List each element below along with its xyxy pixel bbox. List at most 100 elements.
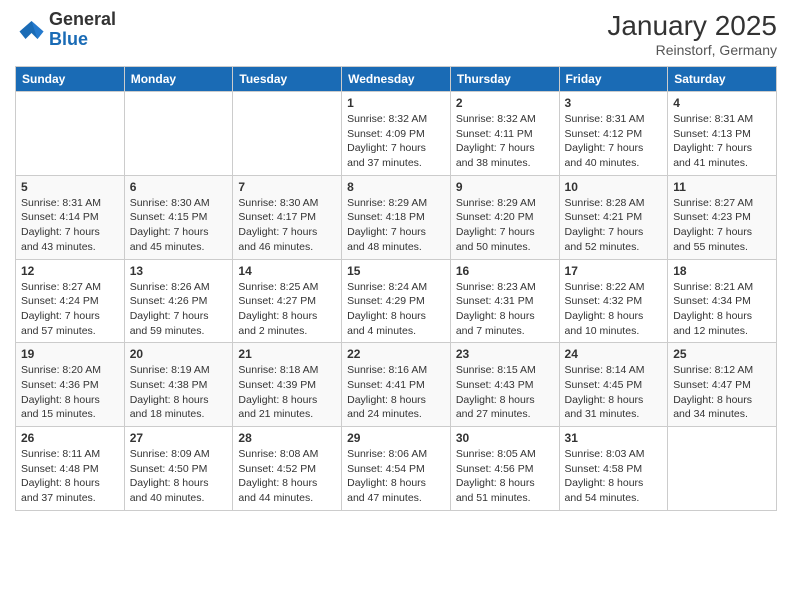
day-number: 15 [347,264,445,278]
day-number: 17 [565,264,663,278]
cell-1-4: 9Sunrise: 8:29 AMSunset: 4:20 PMDaylight… [450,175,559,259]
cell-1-0: 5 Sunrise: 8:31 AMSunset: 4:14 PMDaylight… [16,175,125,259]
day-info: Sunrise: 8:32 AMSunset: 4:09 PMDaylight:… [347,112,445,171]
day-number: 7 [238,180,336,194]
day-info: Sunrise: 8:27 AMSunset: 4:24 PMDaylight:… [21,280,119,339]
header-saturday: Saturday [668,67,777,92]
week-row-4: 19Sunrise: 8:20 AMSunset: 4:36 PMDayligh… [16,343,777,427]
header-wednesday: Wednesday [342,67,451,92]
logo-text: General Blue [49,10,116,50]
day-info: Sunrise: 8:31 AMSunset: 4:13 PMDaylight:… [673,112,771,171]
cell-0-1 [124,92,233,176]
day-number: 28 [238,431,336,445]
weekday-header-row: Sunday Monday Tuesday Wednesday Thursday… [16,67,777,92]
header-thursday: Thursday [450,67,559,92]
header-tuesday: Tuesday [233,67,342,92]
cell-4-5: 31 Sunrise: 8:03 AMSunset: 4:58 PMDayligh… [559,427,668,511]
cell-4-4: 30 Sunrise: 8:05 AMSunset: 4:56 PMDayligh… [450,427,559,511]
day-number: 13 [130,264,228,278]
day-info: Sunrise: 8:29 AMSunset: 4:20 PMDaylight:… [456,196,554,255]
week-row-1: 1 Sunrise: 8:32 AMSunset: 4:09 PMDaylight… [16,92,777,176]
day-info: Sunrise: 8:26 AMSunset: 4:26 PMDaylight:… [130,280,228,339]
day-info: Sunrise: 8:11 AMSunset: 4:48 PMDaylight:… [21,447,119,506]
day-number: 11 [673,180,771,194]
month-title: January 2025 [607,10,777,42]
page-header: General Blue January 2025 Reinstorf, Ger… [15,10,777,58]
cell-3-2: 21 Sunrise: 8:18 AMSunset: 4:39 PMDayligh… [233,343,342,427]
cell-0-0 [16,92,125,176]
header-friday: Friday [559,67,668,92]
day-info: Sunrise: 8:28 AMSunset: 4:21 PMDaylight:… [565,196,663,255]
day-number: 26 [21,431,119,445]
day-info: Sunrise: 8:30 AMSunset: 4:17 PMDaylight:… [238,196,336,255]
day-number: 12 [21,264,119,278]
calendar-table: Sunday Monday Tuesday Wednesday Thursday… [15,66,777,511]
cell-3-5: 24Sunrise: 8:14 AMSunset: 4:45 PMDayligh… [559,343,668,427]
day-info: Sunrise: 8:03 AMSunset: 4:58 PMDaylight:… [565,447,663,506]
day-number: 4 [673,96,771,110]
day-number: 6 [130,180,228,194]
day-number: 10 [565,180,663,194]
day-number: 14 [238,264,336,278]
day-info: Sunrise: 8:18 AMSunset: 4:39 PMDaylight:… [238,363,336,422]
cell-3-6: 25 Sunrise: 8:12 AMSunset: 4:47 PMDayligh… [668,343,777,427]
title-block: January 2025 Reinstorf, Germany [607,10,777,58]
cell-4-0: 26 Sunrise: 8:11 AMSunset: 4:48 PMDayligh… [16,427,125,511]
week-row-5: 26 Sunrise: 8:11 AMSunset: 4:48 PMDayligh… [16,427,777,511]
day-number: 18 [673,264,771,278]
day-info: Sunrise: 8:20 AMSunset: 4:36 PMDaylight:… [21,363,119,422]
logo-general: General [49,9,116,29]
day-number: 31 [565,431,663,445]
cell-0-5: 3Sunrise: 8:31 AMSunset: 4:12 PMDaylight… [559,92,668,176]
day-number: 3 [565,96,663,110]
day-number: 30 [456,431,554,445]
cell-4-3: 29 Sunrise: 8:06 AMSunset: 4:54 PMDayligh… [342,427,451,511]
day-number: 25 [673,347,771,361]
day-info: Sunrise: 8:32 AMSunset: 4:11 PMDaylight:… [456,112,554,171]
day-info: Sunrise: 8:27 AMSunset: 4:23 PMDaylight:… [673,196,771,255]
day-info: Sunrise: 8:22 AMSunset: 4:32 PMDaylight:… [565,280,663,339]
day-info: Sunrise: 8:29 AMSunset: 4:18 PMDaylight:… [347,196,445,255]
cell-0-4: 2 Sunrise: 8:32 AMSunset: 4:11 PMDaylight… [450,92,559,176]
cell-2-0: 12 Sunrise: 8:27 AMSunset: 4:24 PMDayligh… [16,259,125,343]
page-container: General Blue January 2025 Reinstorf, Ger… [0,0,792,612]
logo-icon [15,15,45,45]
cell-2-5: 17 Sunrise: 8:22 AMSunset: 4:32 PMDayligh… [559,259,668,343]
day-number: 20 [130,347,228,361]
day-info: Sunrise: 8:14 AMSunset: 4:45 PMDaylight:… [565,363,663,422]
day-number: 29 [347,431,445,445]
day-info: Sunrise: 8:24 AMSunset: 4:29 PMDaylight:… [347,280,445,339]
day-info: Sunrise: 8:05 AMSunset: 4:56 PMDaylight:… [456,447,554,506]
location: Reinstorf, Germany [607,42,777,58]
day-info: Sunrise: 8:06 AMSunset: 4:54 PMDaylight:… [347,447,445,506]
day-info: Sunrise: 8:23 AMSunset: 4:31 PMDaylight:… [456,280,554,339]
cell-2-4: 16 Sunrise: 8:23 AMSunset: 4:31 PMDayligh… [450,259,559,343]
day-info: Sunrise: 8:16 AMSunset: 4:41 PMDaylight:… [347,363,445,422]
day-number: 21 [238,347,336,361]
day-number: 27 [130,431,228,445]
day-number: 5 [21,180,119,194]
cell-3-3: 22 Sunrise: 8:16 AMSunset: 4:41 PMDayligh… [342,343,451,427]
day-info: Sunrise: 8:21 AMSunset: 4:34 PMDaylight:… [673,280,771,339]
cell-3-0: 19Sunrise: 8:20 AMSunset: 4:36 PMDayligh… [16,343,125,427]
cell-1-3: 8Sunrise: 8:29 AMSunset: 4:18 PMDaylight… [342,175,451,259]
day-info: Sunrise: 8:08 AMSunset: 4:52 PMDaylight:… [238,447,336,506]
cell-4-2: 28 Sunrise: 8:08 AMSunset: 4:52 PMDayligh… [233,427,342,511]
cell-3-4: 23 Sunrise: 8:15 AMSunset: 4:43 PMDayligh… [450,343,559,427]
cell-0-3: 1 Sunrise: 8:32 AMSunset: 4:09 PMDaylight… [342,92,451,176]
day-info: Sunrise: 8:15 AMSunset: 4:43 PMDaylight:… [456,363,554,422]
day-info: Sunrise: 8:19 AMSunset: 4:38 PMDaylight:… [130,363,228,422]
cell-0-6: 4 Sunrise: 8:31 AMSunset: 4:13 PMDaylight… [668,92,777,176]
day-info: Sunrise: 8:31 AMSunset: 4:14 PMDaylight:… [21,196,119,255]
cell-1-2: 7 Sunrise: 8:30 AMSunset: 4:17 PMDaylight… [233,175,342,259]
day-number: 23 [456,347,554,361]
cell-4-6 [668,427,777,511]
day-number: 1 [347,96,445,110]
day-number: 16 [456,264,554,278]
header-sunday: Sunday [16,67,125,92]
day-number: 2 [456,96,554,110]
day-info: Sunrise: 8:12 AMSunset: 4:47 PMDaylight:… [673,363,771,422]
day-number: 22 [347,347,445,361]
cell-0-2 [233,92,342,176]
cell-2-3: 15 Sunrise: 8:24 AMSunset: 4:29 PMDayligh… [342,259,451,343]
